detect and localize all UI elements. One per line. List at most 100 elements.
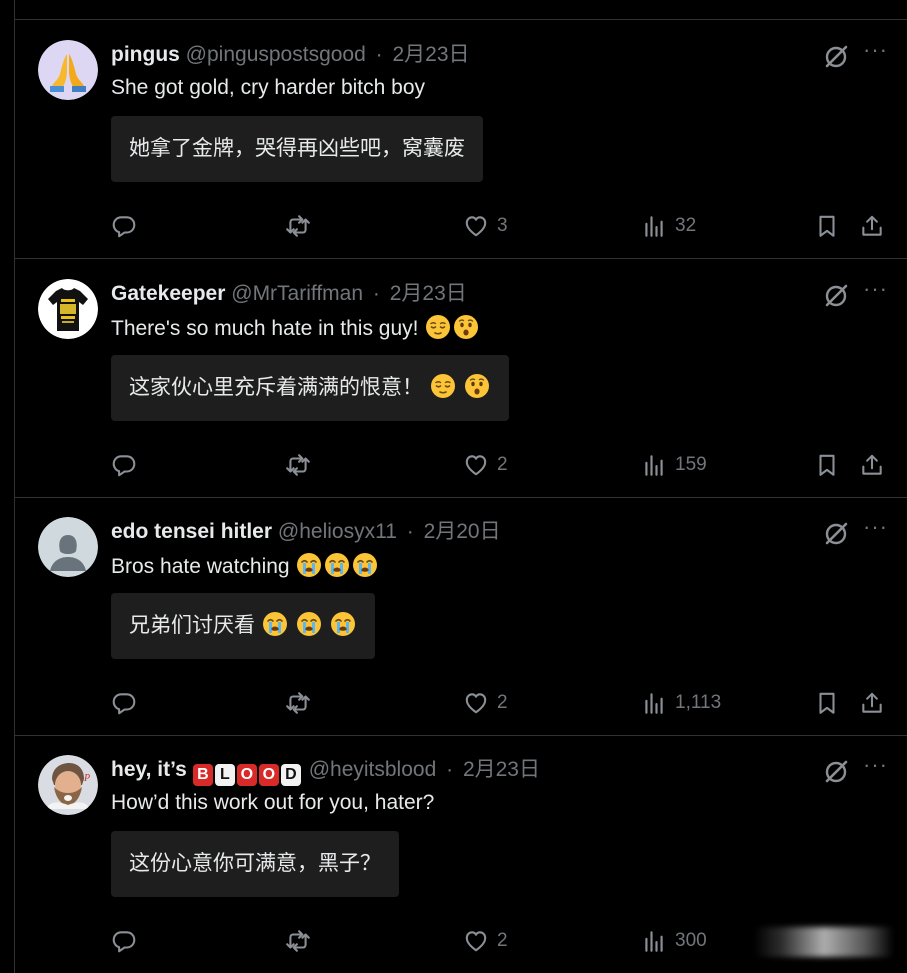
post-date[interactable]: 2月23日: [392, 43, 469, 66]
reply-button[interactable]: [111, 688, 137, 718]
views-icon: [645, 693, 663, 714]
display-name[interactable]: edo tensei hitler: [111, 520, 272, 543]
reply-thread: pingus @pinguspostsgood · 2月23日 ··· She …: [0, 0, 907, 973]
more-options-icon[interactable]: ···: [863, 516, 887, 543]
watermark-blur: [754, 927, 894, 957]
hushed-face-emoji-icon: [454, 315, 479, 339]
tweet[interactable]: P hey, it’s B L O O D @heyitsblood · 2月23日 ··…: [14, 735, 907, 973]
bookmark-button[interactable]: [814, 688, 840, 718]
like-count: 2: [497, 454, 508, 475]
post-date[interactable]: 2月23日: [463, 758, 540, 781]
tweet-text: Bros hate watching: [111, 555, 290, 578]
share-icon: [862, 692, 882, 713]
display-name[interactable]: Gatekeeper: [111, 282, 225, 305]
grok-icon[interactable]: [823, 521, 849, 547]
user-handle[interactable]: @MrTariffman: [231, 282, 363, 305]
repost-button[interactable]: [285, 688, 311, 718]
action-bar: 2 159: [111, 450, 897, 480]
reply-button[interactable]: [111, 211, 137, 241]
repost-button[interactable]: [285, 211, 311, 241]
repost-button[interactable]: [285, 450, 311, 480]
heart-icon: [465, 931, 487, 952]
tweet-text-line: There's so much hate in this guy!: [111, 314, 480, 342]
tweet-header: edo tensei hitler @heliosyx11 · 2月20日: [111, 519, 797, 545]
bookmark-icon: [819, 454, 835, 476]
views-icon: [645, 216, 663, 237]
reply-button[interactable]: [111, 926, 137, 956]
badge-letter: O: [258, 764, 279, 786]
grok-icon[interactable]: [823, 44, 849, 70]
bookmark-icon: [819, 215, 835, 237]
bearded-player-avatar-icon: P: [38, 755, 98, 815]
like-count: 2: [497, 692, 508, 713]
relieved-face-emoji-icon: [430, 374, 455, 398]
avatar[interactable]: [38, 517, 98, 577]
separator-dot: ·: [446, 758, 454, 781]
post-date[interactable]: 2月20日: [424, 520, 501, 543]
tweet[interactable]: Gatekeeper @MrTariffman · 2月23日 ··· Ther…: [14, 259, 907, 498]
bookmark-button[interactable]: [814, 211, 840, 241]
view-count: 32: [675, 215, 697, 236]
tweet-header: Gatekeeper @MrTariffman · 2月23日: [111, 281, 797, 307]
translation-text: 兄弟们讨厌看: [129, 614, 255, 637]
tweet-text-line: Bros hate watching: [111, 552, 379, 580]
crying-face-emoji-icon: [325, 553, 350, 577]
view-count: 300: [675, 930, 707, 951]
crying-face-emoji-icon: [353, 553, 378, 577]
repost-button[interactable]: [285, 926, 311, 956]
grok-icon[interactable]: [823, 283, 849, 309]
tweet-text: She got gold, cry harder bitch boy: [111, 76, 426, 99]
translation-box: 她拿了金牌，哭得再凶些吧，窝囊废: [111, 116, 483, 182]
views-icon: [645, 455, 663, 476]
reply-icon: [112, 693, 136, 715]
tweet-header: pingus @pinguspostsgood · 2月23日: [111, 42, 797, 68]
tweet[interactable]: edo tensei hitler @heliosyx11 · 2月20日 ··…: [14, 497, 907, 736]
more-options-icon[interactable]: ···: [863, 754, 887, 781]
user-handle[interactable]: @pinguspostsgood: [186, 43, 366, 66]
views-icon: [645, 931, 663, 952]
share-button[interactable]: [859, 688, 885, 718]
grok-icon[interactable]: [823, 759, 849, 785]
translation-box: 兄弟们讨厌看: [111, 593, 375, 659]
user-handle[interactable]: @heliosyx11: [278, 520, 397, 543]
share-button[interactable]: [859, 211, 885, 241]
like-button[interactable]: 2: [463, 688, 508, 718]
praying-hands-avatar-icon: [38, 40, 98, 100]
tweet[interactable]: pingus @pinguspostsgood · 2月23日 ··· She …: [14, 20, 907, 259]
avatar[interactable]: [38, 279, 98, 339]
share-button[interactable]: [859, 450, 885, 480]
views-button[interactable]: 300: [641, 926, 707, 956]
display-name[interactable]: pingus: [111, 43, 180, 66]
views-button[interactable]: 32: [641, 211, 696, 241]
like-count: 2: [497, 930, 508, 951]
view-count: 159: [675, 454, 707, 475]
bookmark-button[interactable]: [814, 450, 840, 480]
share-icon: [862, 215, 882, 236]
separator-dot: ·: [372, 282, 380, 305]
badge-letter: D: [280, 764, 301, 786]
views-button[interactable]: 1,113: [641, 688, 721, 718]
post-date[interactable]: 2月23日: [390, 282, 467, 305]
svg-text:P: P: [83, 773, 90, 784]
avatar[interactable]: P: [38, 755, 98, 815]
translation-box: 这份心意你可满意，黑子？: [111, 831, 399, 897]
tweet-text: How’d this work out for you, hater?: [111, 791, 435, 814]
like-button[interactable]: 2: [463, 450, 508, 480]
badge-letter: O: [236, 764, 257, 786]
like-button[interactable]: 3: [463, 211, 508, 241]
crying-face-emoji-icon: [262, 612, 287, 636]
heart-icon: [465, 693, 487, 714]
repost-icon: [286, 692, 310, 714]
avatar[interactable]: [38, 40, 98, 100]
bookmark-icon: [819, 692, 835, 714]
more-options-icon[interactable]: ···: [863, 39, 887, 66]
views-button[interactable]: 159: [641, 450, 707, 480]
reply-button[interactable]: [111, 450, 137, 480]
tweet-header: hey, it’s B L O O D @heyitsblood · 2月23日: [111, 757, 797, 786]
like-button[interactable]: 2: [463, 926, 508, 956]
display-name[interactable]: hey, it’s: [111, 758, 187, 781]
separator-dot: ·: [406, 520, 414, 543]
user-handle[interactable]: @heyitsblood: [309, 758, 437, 781]
heart-icon: [465, 216, 487, 237]
more-options-icon[interactable]: ···: [863, 278, 887, 305]
